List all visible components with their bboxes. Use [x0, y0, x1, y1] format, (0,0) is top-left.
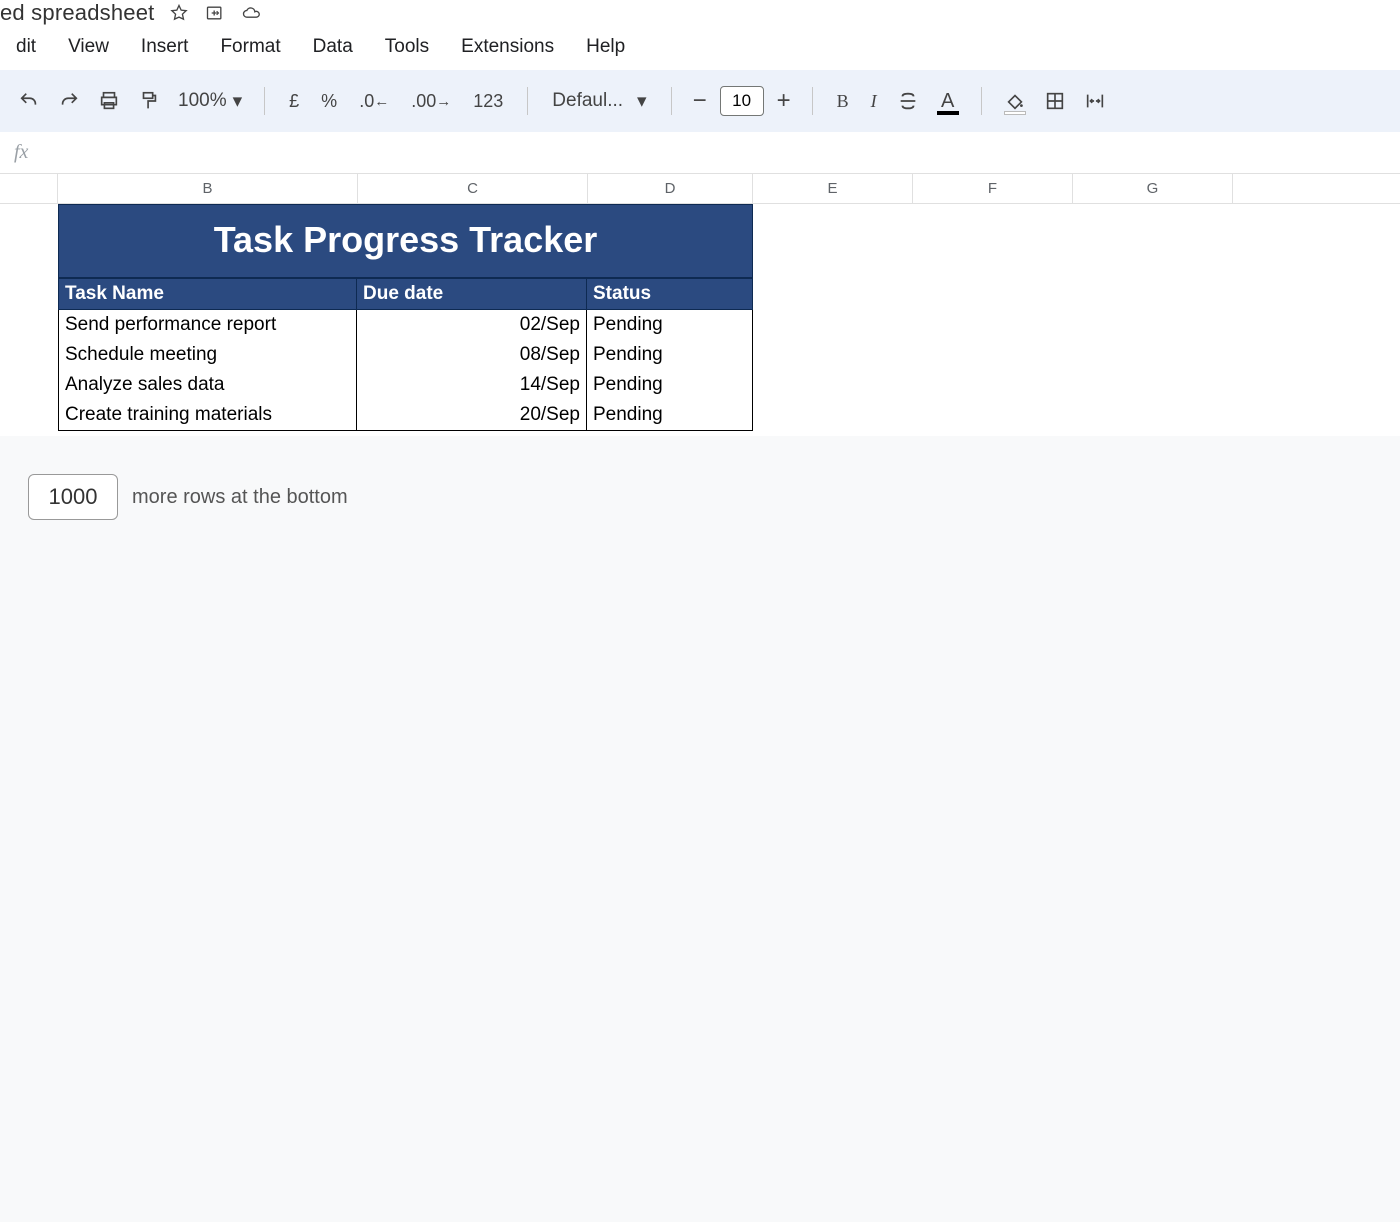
font-size-increase[interactable]: +: [772, 87, 796, 115]
col-header-c[interactable]: C: [358, 174, 588, 203]
menu-extensions[interactable]: Extensions: [445, 30, 570, 64]
cell-status[interactable]: Pending: [587, 370, 752, 400]
font-name: Defaul...: [552, 90, 623, 112]
bold-button[interactable]: B: [829, 84, 857, 118]
col-status[interactable]: Status: [587, 279, 752, 309]
column-headers: B C D E F G: [0, 174, 1400, 204]
cell-status[interactable]: Pending: [587, 400, 752, 430]
col-task-name[interactable]: Task Name: [59, 279, 357, 309]
font-select[interactable]: Defaul... ▾: [544, 90, 654, 113]
currency-button[interactable]: £: [281, 84, 307, 118]
cell-status[interactable]: Pending: [587, 340, 752, 370]
borders-button[interactable]: [1038, 84, 1072, 118]
redo-icon[interactable]: [52, 84, 86, 118]
col-header-f[interactable]: F: [913, 174, 1073, 203]
menu-insert[interactable]: Insert: [125, 30, 205, 64]
italic-button[interactable]: I: [863, 84, 885, 118]
cloud-icon[interactable]: [240, 2, 262, 24]
merge-cells-button[interactable]: [1078, 84, 1112, 118]
text-color-button[interactable]: A: [931, 84, 965, 118]
zoom-select[interactable]: 100% ▾: [172, 90, 248, 113]
cell-due[interactable]: 02/Sep: [357, 310, 587, 340]
cell-task[interactable]: Schedule meeting: [59, 340, 357, 370]
col-due-date[interactable]: Due date: [357, 279, 587, 309]
percent-button[interactable]: %: [313, 84, 345, 118]
caret-down-icon: ▾: [637, 90, 647, 113]
strikethrough-button[interactable]: [891, 84, 925, 118]
undo-icon[interactable]: [12, 84, 46, 118]
move-icon[interactable]: [204, 2, 226, 24]
cell-due[interactable]: 08/Sep: [357, 340, 587, 370]
table-row: Analyze sales data 14/Sep Pending: [58, 370, 753, 400]
cell-task[interactable]: Create training materials: [59, 400, 357, 430]
formula-bar[interactable]: fx: [0, 132, 1400, 174]
separator: [671, 87, 672, 115]
menubar: dit View Insert Format Data Tools Extens…: [0, 28, 1400, 66]
col-header-e[interactable]: E: [753, 174, 913, 203]
star-icon[interactable]: [168, 2, 190, 24]
cell-task[interactable]: Analyze sales data: [59, 370, 357, 400]
table-row: Send performance report 02/Sep Pending: [58, 310, 753, 340]
separator: [264, 87, 265, 115]
menu-view[interactable]: View: [52, 30, 125, 64]
print-icon[interactable]: [92, 84, 126, 118]
increase-decimal-button[interactable]: .00→: [403, 84, 459, 118]
doc-title[interactable]: ed spreadsheet: [0, 0, 154, 26]
select-all-corner[interactable]: [0, 174, 58, 203]
menu-edit[interactable]: dit: [0, 30, 52, 64]
paint-format-icon[interactable]: [132, 84, 166, 118]
separator: [812, 87, 813, 115]
tracker-header-row: Task Name Due date Status: [58, 279, 753, 310]
fx-icon: fx: [14, 141, 28, 164]
col-header-b[interactable]: B: [58, 174, 358, 203]
cell-task[interactable]: Send performance report: [59, 310, 357, 340]
menu-tools[interactable]: Tools: [369, 30, 445, 64]
separator: [527, 87, 528, 115]
menu-data[interactable]: Data: [297, 30, 369, 64]
font-size-decrease[interactable]: −: [688, 87, 712, 115]
col-header-g[interactable]: G: [1073, 174, 1233, 203]
table-row: Schedule meeting 08/Sep Pending: [58, 340, 753, 370]
col-header-d[interactable]: D: [588, 174, 753, 203]
empty-area: [0, 436, 1400, 1222]
add-rows-input[interactable]: [28, 474, 118, 520]
number-format-button[interactable]: 123: [465, 84, 511, 118]
toolbar: 100% ▾ £ % .0← .00→ 123 Defaul... ▾ − + …: [0, 70, 1400, 132]
decrease-decimal-button[interactable]: .0←: [351, 84, 397, 118]
zoom-value: 100%: [178, 90, 227, 112]
font-size-input[interactable]: [720, 86, 764, 116]
tracker-table: Task Progress Tracker Task Name Due date…: [58, 204, 753, 431]
fill-color-button[interactable]: [998, 84, 1032, 118]
menu-help[interactable]: Help: [570, 30, 641, 64]
cell-status[interactable]: Pending: [587, 310, 752, 340]
separator: [981, 87, 982, 115]
menu-format[interactable]: Format: [204, 30, 296, 64]
table-row: Create training materials 20/Sep Pending: [58, 400, 753, 431]
cell-due[interactable]: 20/Sep: [357, 400, 587, 430]
tracker-title[interactable]: Task Progress Tracker: [58, 204, 753, 279]
caret-down-icon: ▾: [233, 90, 243, 113]
cell-due[interactable]: 14/Sep: [357, 370, 587, 400]
add-rows-label: more rows at the bottom: [132, 486, 348, 509]
add-rows: more rows at the bottom: [28, 474, 348, 520]
